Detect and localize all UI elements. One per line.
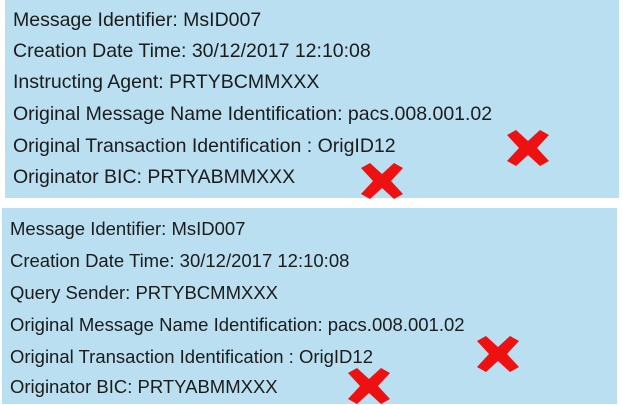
red-cross-icon xyxy=(348,368,390,404)
query-sender: Query Sender: PRTYBCMMXXX xyxy=(10,282,278,303)
creation-date-time: Creation Date Time: 30/12/2017 12:10:08 xyxy=(13,40,371,62)
bottom-message-panel: Message Identifier: MsID007 Creation Dat… xyxy=(2,208,617,404)
top-message-panel: Message Identifier: MsID007 Creation Dat… xyxy=(5,0,619,198)
red-cross-icon xyxy=(477,336,519,372)
instructing-agent: Instructing Agent: PRTYBCMMXXX xyxy=(13,71,320,93)
original-transaction-identification: Original Transaction Identification : Or… xyxy=(10,346,373,367)
original-message-name-identification: Original Message Name Identification: pa… xyxy=(10,314,465,335)
red-cross-icon xyxy=(507,130,549,166)
message-identifier: Message Identifier: MsID007 xyxy=(10,218,246,239)
message-identifier: Message Identifier: MsID007 xyxy=(13,9,262,31)
original-transaction-identification: Original Transaction Identification : Or… xyxy=(13,135,396,157)
red-cross-icon xyxy=(361,163,403,199)
original-message-name-identification: Original Message Name Identification: pa… xyxy=(13,103,493,125)
originator-bic: Originator BIC: PRTYABMMXXX xyxy=(10,376,278,397)
creation-date-time: Creation Date Time: 30/12/2017 12:10:08 xyxy=(10,250,350,271)
originator-bic: Originator BIC: PRTYABMMXXX xyxy=(13,166,296,188)
